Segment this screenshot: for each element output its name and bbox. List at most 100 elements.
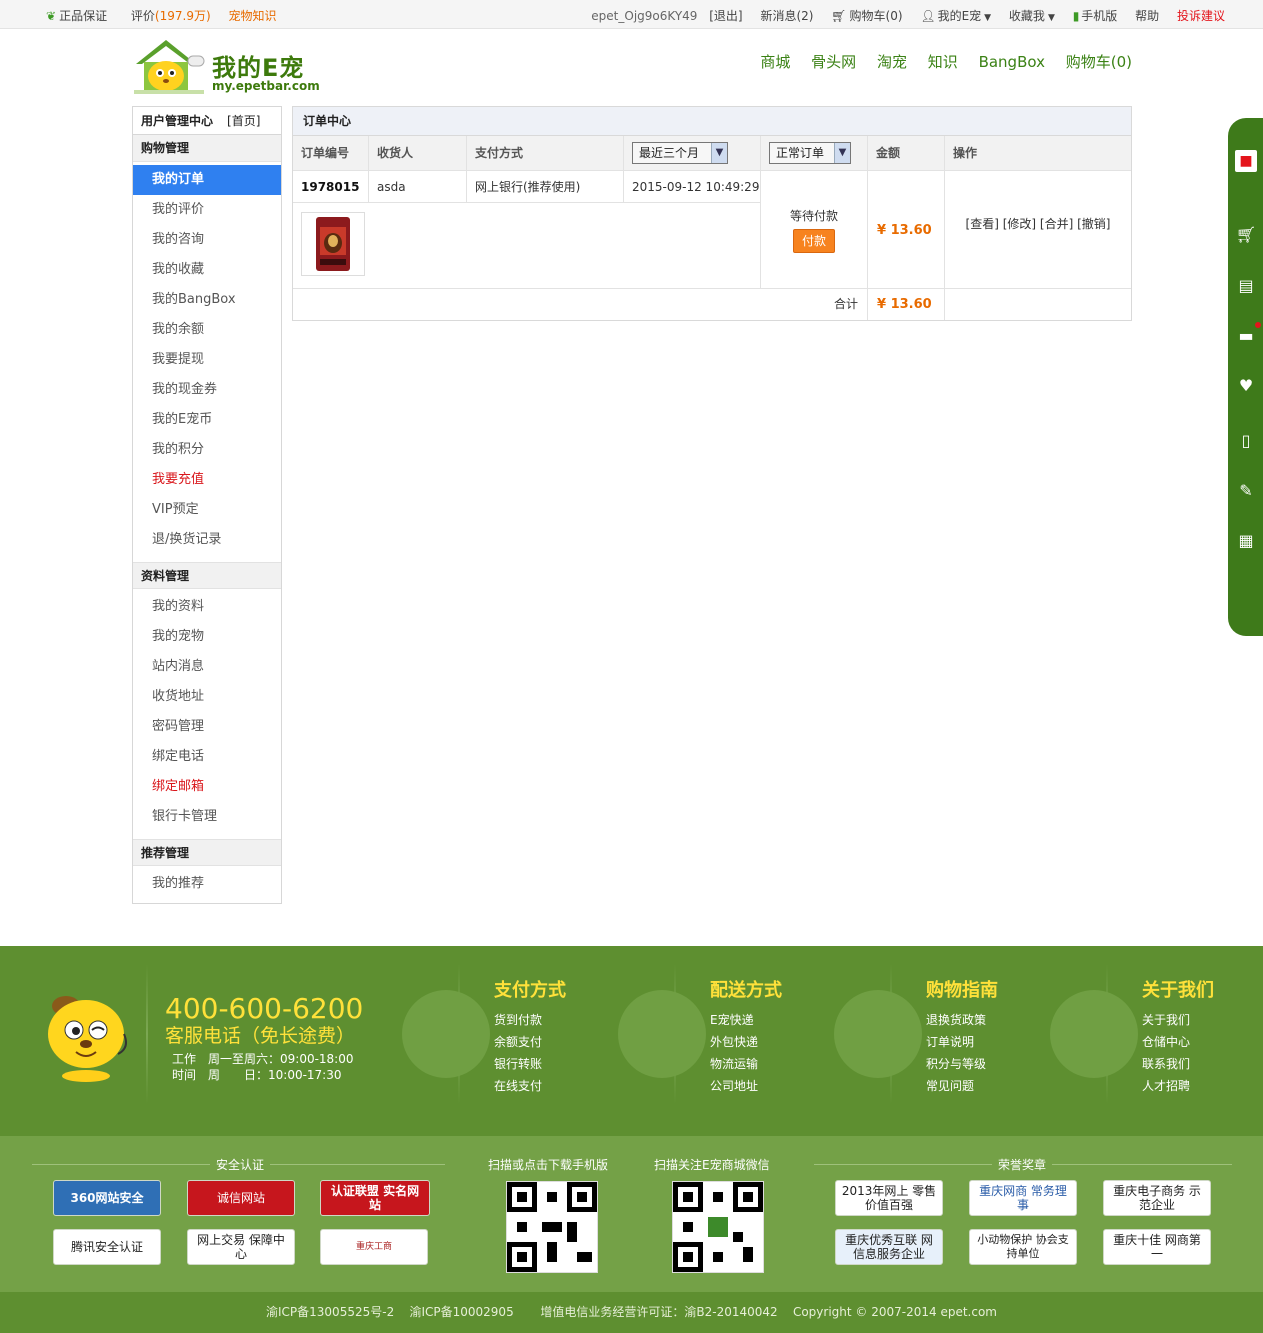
logo[interactable]: 我的E宠 my.epetbar.com <box>130 38 330 96</box>
footer-link[interactable]: 订单说明 <box>926 1031 986 1053</box>
nav-bangbox[interactable]: BangBox <box>979 53 1045 71</box>
qrcode-icon[interactable]: ▦ <box>1235 530 1257 552</box>
sidebar-item-address[interactable]: 收货地址 <box>133 682 281 712</box>
footer-link[interactable]: 仓储中心 <box>1142 1031 1190 1053</box>
edit-icon[interactable]: ✎ <box>1235 480 1257 502</box>
logout-link[interactable]: [退出] <box>709 9 742 23</box>
sidebar-item-inquiries[interactable]: 我的咨询 <box>133 225 281 255</box>
footer-link[interactable]: 积分与等级 <box>926 1053 986 1075</box>
time-filter-select[interactable]: 最近三个月 ▼ <box>632 142 728 164</box>
help-link[interactable]: 帮助 <box>1135 9 1159 23</box>
order-status-cell: 等待付款 付款 <box>761 171 868 289</box>
sidebar-item-bangbox[interactable]: 我的BangBox <box>133 285 281 315</box>
footer-link[interactable]: 退换货政策 <box>926 1009 986 1031</box>
order-time: 2015-09-12 10:49:29 <box>624 171 761 203</box>
cart-icon[interactable]: 🛒︎ <box>1235 224 1257 246</box>
sidebar-item-coins[interactable]: 我的E宠币 <box>133 405 281 435</box>
sidebar-item-withdraw[interactable]: 我要提现 <box>133 345 281 375</box>
mobile-icon[interactable]: ▯ <box>1235 430 1257 452</box>
footer-link[interactable]: 联系我们 <box>1142 1053 1190 1075</box>
sidebar-item-profile[interactable]: 我的资料 <box>133 592 281 622</box>
username[interactable]: epet_Ojg9o6KY49 <box>591 9 697 23</box>
qrcode-wechat[interactable] <box>672 1181 764 1273</box>
sidebar-item-bind-email[interactable]: 绑定邮箱 <box>133 772 281 802</box>
sidebar-item-vouchers[interactable]: 我的现金券 <box>133 375 281 405</box>
qrcode-app[interactable] <box>506 1181 598 1273</box>
footer-link[interactable]: 货到付款 <box>494 1009 542 1031</box>
honor-title: 荣誉奖章 <box>992 1156 1053 1173</box>
dog-mascot-icon <box>48 996 127 1082</box>
sidebar-item-balance[interactable]: 我的余额 <box>133 315 281 345</box>
footer-link[interactable]: 在线支付 <box>494 1075 542 1097</box>
badge-honor-animal[interactable]: 小动物保护 协会支持单位 <box>969 1229 1077 1265</box>
order-number[interactable]: 1978015 <box>293 171 369 203</box>
footer-link[interactable]: 物流运输 <box>710 1053 758 1075</box>
messages-link[interactable]: 新消息(2) <box>760 9 813 23</box>
sidebar-item-favorites[interactable]: 我的收藏 <box>133 255 281 285</box>
gift-icon[interactable]: ■ <box>1235 150 1257 172</box>
sidebar-item-returns[interactable]: 退/换货记录 <box>133 525 281 555</box>
sidebar-item-password[interactable]: 密码管理 <box>133 712 281 742</box>
footer-link[interactable]: 余额支付 <box>494 1031 542 1053</box>
orders-list-icon[interactable]: ▤ <box>1235 275 1257 297</box>
my-epet-menu[interactable]: 👤︎ 我的E宠 ▼ <box>920 9 991 23</box>
nav-mall[interactable]: 商城 <box>760 53 790 71</box>
product-thumbnail[interactable] <box>301 212 365 276</box>
sidebar-item-points[interactable]: 我的积分 <box>133 435 281 465</box>
home-link[interactable]: [首页] <box>227 114 260 128</box>
badge-360[interactable]: 360网站安全 <box>53 1180 161 1216</box>
badge-auth-alliance[interactable]: 认证联盟 实名网站 <box>320 1180 430 1216</box>
qr-wechat-title: 扫描关注E宠商城微信 <box>654 1158 770 1172</box>
footer-link[interactable]: 人才招聘 <box>1142 1075 1190 1097</box>
nav-bone[interactable]: 骨头网 <box>811 53 856 71</box>
sidebar-item-pets[interactable]: 我的宠物 <box>133 622 281 652</box>
mobile-link[interactable]: ▮ 手机版 <box>1073 9 1118 23</box>
sidebar-item-referrals[interactable]: 我的推荐 <box>133 869 281 899</box>
nav-knowledge[interactable]: 知识 <box>928 53 958 71</box>
badge-trade-guarantee[interactable]: 网上交易 保障中心 <box>187 1229 295 1265</box>
order-actions[interactable]: [查看] [修改] [合并] [撤销] <box>945 171 1131 289</box>
order-amount-cell: ¥ 13.60 <box>868 171 945 289</box>
nav-cart[interactable]: 购物车(0) <box>1066 53 1132 71</box>
nav-taochong[interactable]: 淘宠 <box>877 53 907 71</box>
sidebar-item-vip[interactable]: VIP预定 <box>133 495 281 525</box>
bookmark-menu[interactable]: 收藏我 ▼ <box>1009 9 1055 23</box>
badge-credible-site[interactable]: 诚信网站 <box>187 1180 295 1216</box>
complaint-link[interactable]: 投诉建议 <box>1177 9 1225 23</box>
badge-honor-demo[interactable]: 重庆电子商务 示范企业 <box>1103 1180 1211 1216</box>
chevron-down-icon: ▼ <box>711 143 727 163</box>
footer-link[interactable]: 外包快递 <box>710 1031 758 1053</box>
sidebar-item-my-orders[interactable]: 我的订单 <box>133 165 281 195</box>
badge-honor-council[interactable]: 重庆网商 常务理事 <box>969 1180 1077 1216</box>
user-sidebar: 用户管理中心 [首页] 购物管理 我的订单 我的评价 我的咨询 我的收藏 我的Ba… <box>132 106 282 904</box>
phone-icon: ▮ <box>1072 9 1080 23</box>
pet-knowledge-link[interactable]: 宠物知识 <box>228 9 276 23</box>
badge-tencent[interactable]: 腾讯安全认证 <box>53 1229 161 1265</box>
footer-link[interactable]: 公司地址 <box>710 1075 758 1097</box>
badge-honor-top10[interactable]: 重庆十佳 网商第一 <box>1103 1229 1211 1265</box>
doghouse-logo-icon <box>134 40 205 94</box>
type-filter-select[interactable]: 正常订单 ▼ <box>769 142 851 164</box>
footer-link[interactable]: E宠快递 <box>710 1009 758 1031</box>
cart-link[interactable]: 🛒︎ 购物车(0) <box>831 9 902 23</box>
icp-1[interactable]: 渝ICP备13005525号-2 <box>266 1305 394 1319</box>
pay-button[interactable]: 付款 <box>793 229 835 253</box>
sidebar-item-bind-phone[interactable]: 绑定电话 <box>133 742 281 772</box>
footer-link[interactable]: 银行转账 <box>494 1053 542 1075</box>
shield-icon: ❦ <box>46 9 57 23</box>
review-link[interactable]: 评价(197.9万) <box>131 9 211 23</box>
footer: 400-600-6200 客服电话（免长途费） 工作 时间 周一至周六：09:0… <box>0 946 1263 1136</box>
sidebar-item-bank-cards[interactable]: 银行卡管理 <box>133 802 281 832</box>
footer-link[interactable]: 常见问题 <box>926 1075 986 1097</box>
message-icon[interactable]: ▬ <box>1235 322 1261 347</box>
footer-link[interactable]: 关于我们 <box>1142 1009 1190 1031</box>
badge-honor-top100[interactable]: 2013年网上 零售价值百强 <box>835 1180 943 1216</box>
heart-icon[interactable]: ♥ <box>1235 375 1257 397</box>
sidebar-item-recharge[interactable]: 我要充值 <box>133 465 281 495</box>
total-amount-cell: ¥ 13.60 <box>868 289 945 320</box>
badge-chongqing-aic[interactable]: 重庆工商 <box>320 1229 428 1265</box>
sidebar-item-reviews[interactable]: 我的评价 <box>133 195 281 225</box>
icp-2[interactable]: 渝ICP备10002905 <box>409 1305 513 1319</box>
badge-honor-internet[interactable]: 重庆优秀互联 网信息服务企业 <box>835 1229 943 1265</box>
sidebar-item-messages[interactable]: 站内消息 <box>133 652 281 682</box>
